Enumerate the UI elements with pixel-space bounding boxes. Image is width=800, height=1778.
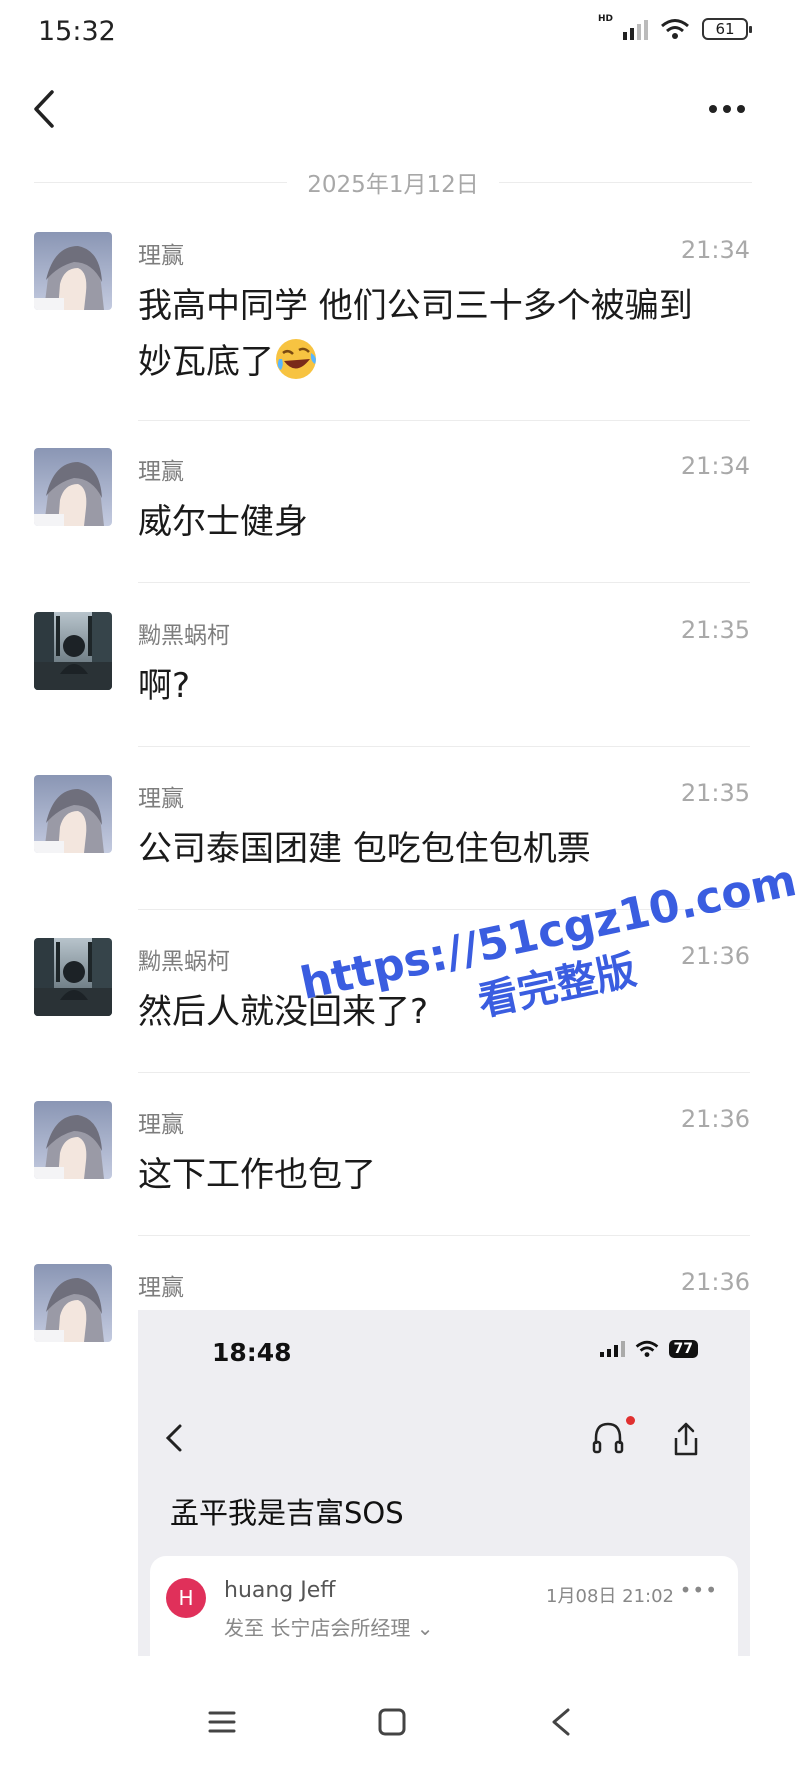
sender-name: 黝黑蜗柯 [138,949,230,975]
message-separator [138,420,750,421]
more-button[interactable] [702,94,752,124]
headphones-icon [592,1422,624,1454]
back-button[interactable] [26,84,66,134]
avatar[interactable] [34,938,112,1016]
more-dot [709,105,717,113]
battery-icon: 61 [702,18,752,40]
chevron-left-icon [165,1424,182,1452]
signal-icon [623,18,648,40]
embedded-mail-card: H huang Jeff 1月08日 21:02 ••• 发至 长宁店会所经理 … [150,1556,738,1656]
avatar[interactable] [34,448,112,526]
wifi-icon [661,19,689,39]
back-triangle-icon[interactable] [542,1702,582,1742]
embedded-recipient: 发至 长宁店会所经理 ⌄ [224,1616,434,1640]
avatar[interactable] [34,232,112,310]
message-text: 公司泰国团建 包吃包住包机票 [138,829,591,869]
message-time: 21:36 [680,942,750,970]
sender-name: 理赢 [138,786,184,812]
sender-name: 黝黑蜗柯 [138,623,230,649]
message-time: 21:34 [680,236,750,264]
message-text: 然后人就没回来了? [138,992,429,1032]
embedded-status-time: 18:48 [212,1338,292,1367]
avatar[interactable] [34,612,112,690]
avatar[interactable] [34,1264,112,1342]
sender-name: 理赢 [138,1112,184,1138]
message-time: 21:35 [680,616,750,644]
message-time: 21:35 [680,779,750,807]
sender-avatar: H [166,1578,206,1618]
message-separator [138,1072,750,1073]
shared-screenshot-image[interactable]: 18:48 77 孟平我是吉富SOS H huang Jeff 1月08日 21… [138,1310,750,1656]
signal-icon [599,1341,625,1357]
message-separator [138,746,750,747]
status-icons: HD 61 [598,14,752,40]
hd-label: HD [597,14,613,24]
embedded-title: 孟平我是吉富SOS [170,1496,404,1530]
date-divider: 2025年1月12日 [34,166,752,198]
message-time: 21:34 [680,452,750,480]
avatar[interactable] [34,775,112,853]
date-label: 2025年1月12日 [307,172,479,198]
message-time: 21:36 [680,1268,750,1296]
rolling-on-floor-laughing-icon [276,339,316,379]
more-dot [737,105,745,113]
message-line-text: 妙瓦底了 [138,342,274,382]
status-time: 15:32 [38,16,116,47]
message-separator [138,582,750,583]
avatar[interactable] [34,1101,112,1179]
notification-dot [626,1416,635,1425]
wifi-icon [635,1340,658,1357]
nav-bar [0,76,800,142]
message-text: 这下工作也包了 [138,1155,376,1195]
system-nav-bar [0,1666,800,1778]
message-text: 威尔士健身 [138,502,308,542]
sender-name: 理赢 [138,1275,184,1301]
status-bar: 15:32 HD 61 [0,0,800,64]
divider-line [498,181,752,183]
home-square-icon[interactable] [372,1702,412,1742]
message-line: 妙瓦底了 [138,334,758,390]
sender-name: 理赢 [138,459,184,485]
message-time: 21:36 [680,1105,750,1133]
message-text: 啊? [138,666,191,706]
message-separator [138,909,750,910]
battery-icon: 77 [668,1340,698,1358]
menu-icon[interactable] [202,1702,242,1742]
divider-line [34,181,288,183]
chevron-left-icon [34,90,54,128]
message-separator [138,1235,750,1236]
more-dot [723,105,731,113]
message-line: 我高中同学 他们公司三十多个被骗到 [138,286,693,326]
sender-name: 理赢 [138,243,184,269]
embedded-sender: huang Jeff [224,1578,336,1603]
message-text: 我高中同学 他们公司三十多个被骗到 妙瓦底了 [138,278,758,390]
embedded-date: 1月08日 21:02 [546,1586,674,1607]
more-icon: ••• [679,1578,718,1602]
share-icon [674,1422,698,1456]
embedded-status-icons: 77 [599,1340,698,1358]
